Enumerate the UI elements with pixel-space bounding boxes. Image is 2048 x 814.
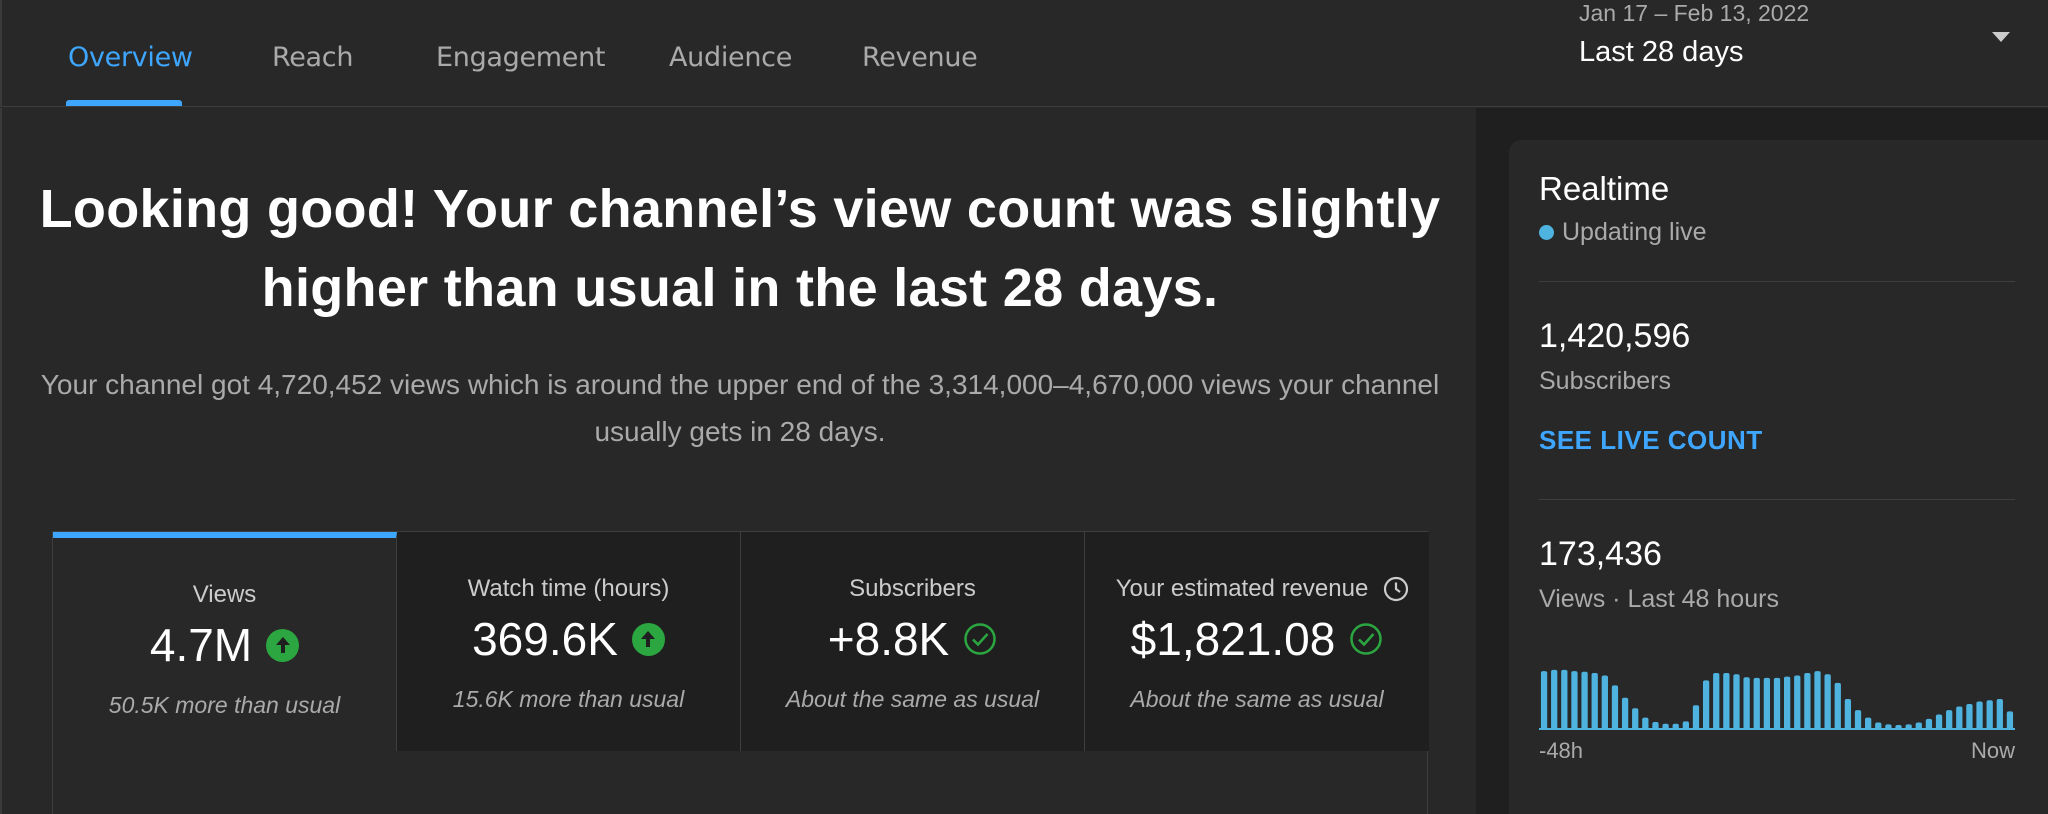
date-range-dates: Jan 17 – Feb 13, 2022 xyxy=(1579,0,1810,26)
views-bar xyxy=(1601,675,1608,730)
check-circle-icon xyxy=(964,623,996,655)
top-tab-bar: Overview Reach Engagement Audience Reven… xyxy=(0,0,2048,107)
metric-label: Subscribers xyxy=(849,575,976,602)
metric-card-watch-time[interactable]: Watch time (hours) 369.6K 15.6K more tha… xyxy=(397,532,741,751)
metric-value: 4.7M xyxy=(149,619,253,671)
views-bar xyxy=(1986,700,1993,730)
views-bar xyxy=(1753,677,1760,730)
realtime-title: Realtime xyxy=(1539,170,1670,207)
tab-audience[interactable]: Audience xyxy=(669,42,792,73)
chart-axis-end-label: Now xyxy=(1970,738,2015,763)
metric-label: Your estimated revenue xyxy=(1115,575,1369,602)
dropdown-caret-icon[interactable] xyxy=(1992,32,2010,42)
active-tab-indicator xyxy=(66,100,182,106)
date-range-label: Last 28 days xyxy=(1579,36,1744,68)
tab-revenue[interactable]: Revenue xyxy=(862,42,978,73)
views-bar xyxy=(1743,677,1750,730)
views-bar xyxy=(1611,685,1619,730)
views-bar xyxy=(1581,671,1588,730)
metric-card-subscribers[interactable]: Subscribers +8.8K About the same as usua… xyxy=(741,532,1085,751)
see-live-count-link[interactable]: SEE LIVE COUNT xyxy=(1539,425,1763,456)
views-bar xyxy=(1551,669,1558,730)
views-bar xyxy=(1621,697,1629,730)
clock-icon xyxy=(1383,576,1409,602)
realtime-subscriber-label: Subscribers xyxy=(1539,367,1671,395)
metric-note: About the same as usual xyxy=(785,686,1040,712)
views-bar xyxy=(1591,672,1598,730)
views-bar xyxy=(1804,672,1811,730)
views-bar xyxy=(1561,669,1568,730)
views-bar xyxy=(1844,699,1852,730)
views-bar xyxy=(1713,672,1720,730)
live-dot-icon xyxy=(1539,225,1554,240)
realtime-subscriber-count: 1,420,596 xyxy=(1539,317,1691,355)
views-bar xyxy=(1966,703,1973,730)
metric-note: 50.5K more than usual xyxy=(108,692,341,718)
tab-overview[interactable]: Overview xyxy=(68,42,193,73)
divider xyxy=(1539,281,2015,282)
check-circle-icon xyxy=(1350,623,1383,655)
views-bar xyxy=(1834,682,1841,730)
realtime-views-chart xyxy=(1539,650,2015,730)
views-bar xyxy=(1702,680,1710,730)
metric-label: Watch time (hours) xyxy=(467,575,670,602)
live-indicator: Updating live xyxy=(1539,218,1707,247)
arrow-up-icon xyxy=(266,628,300,662)
realtime-view-count: 173,436 xyxy=(1539,535,1662,573)
insight-subtext: Your channel got 4,720,452 views which i… xyxy=(40,369,1440,447)
views-bar xyxy=(1733,674,1740,730)
views-bar xyxy=(1824,674,1831,730)
metric-value: 369.6K xyxy=(472,613,618,665)
tab-engagement[interactable]: Engagement xyxy=(436,42,606,73)
views-bar xyxy=(1692,705,1700,730)
metric-card-views[interactable]: Views 4.7M 50.5K more than usual xyxy=(53,532,397,751)
views-bar xyxy=(1571,671,1578,730)
views-bar xyxy=(1540,671,1548,730)
views-bar xyxy=(1783,676,1791,730)
views-bar xyxy=(1814,671,1821,730)
views-bar xyxy=(1632,708,1639,730)
views-bar xyxy=(1956,706,1963,730)
metric-card-revenue[interactable]: Your estimated revenue $1,821.08 About t… xyxy=(1085,532,1429,751)
metric-note: 15.6K more than usual xyxy=(452,686,685,712)
insight-headline: Looking good! Your channel’s view count … xyxy=(39,179,1441,318)
metric-value: $1,821.08 xyxy=(1130,613,1336,665)
chart-axis-start-label: -48h xyxy=(1539,738,1584,763)
views-bar xyxy=(1763,677,1771,730)
realtime-card: Realtime Updating live 1,420,596 Subscri… xyxy=(1509,140,2048,814)
views-bar-chart xyxy=(1540,669,2014,730)
metric-cards: Views 4.7M 50.5K more than usual Watch t… xyxy=(52,531,1429,814)
views-bar xyxy=(1723,672,1730,730)
views-bar xyxy=(1996,699,2003,730)
tab-reach[interactable]: Reach xyxy=(272,42,353,73)
views-bar xyxy=(1773,677,1781,730)
chart-baseline xyxy=(1539,728,2015,730)
arrow-up-icon xyxy=(631,622,665,656)
views-bar xyxy=(1976,701,1983,730)
metric-note: About the same as usual xyxy=(1130,686,1384,712)
realtime-views-label: Views · Last 48 hours xyxy=(1539,585,1779,613)
divider xyxy=(1539,499,2015,500)
live-label: Updating live xyxy=(1562,218,1707,246)
views-bar xyxy=(1794,675,1801,730)
metric-label: Views xyxy=(192,581,257,608)
metric-value: +8.8K xyxy=(827,613,950,665)
